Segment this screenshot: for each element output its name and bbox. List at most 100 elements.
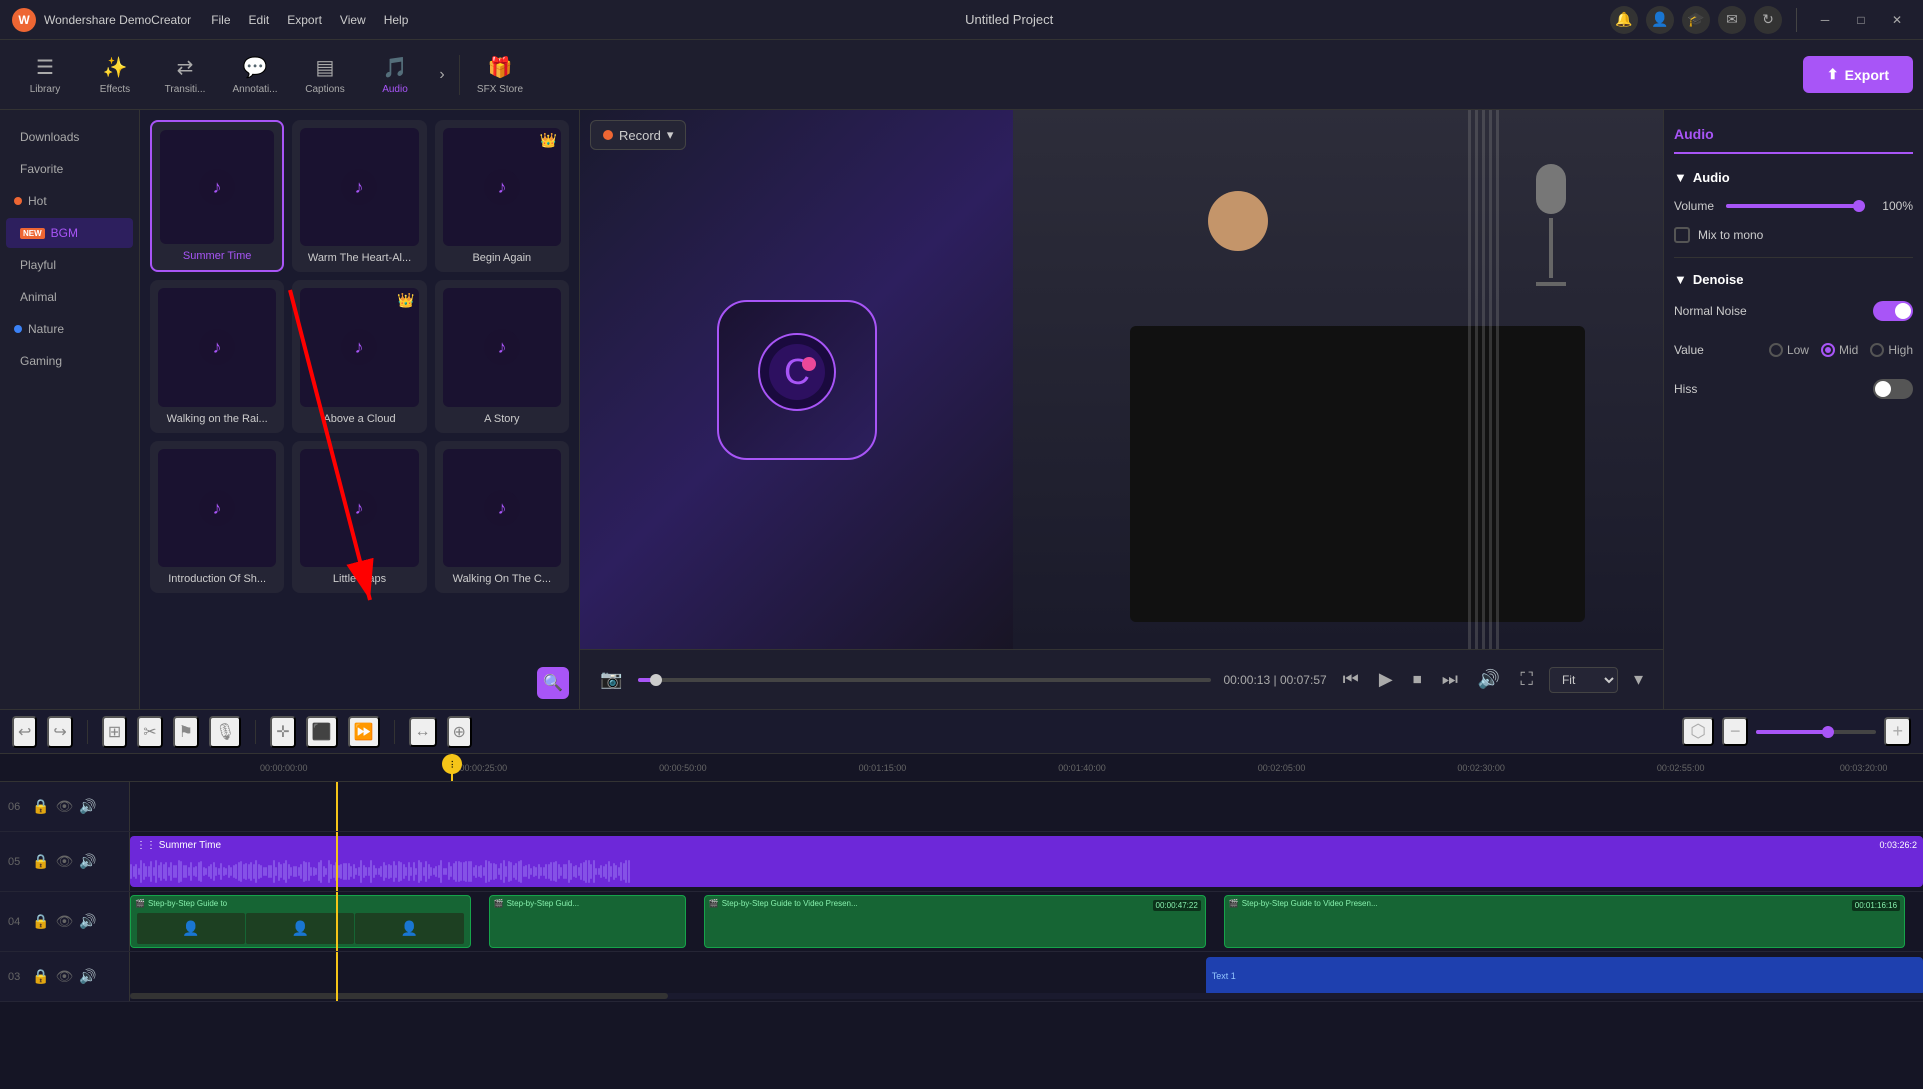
video-clip-4[interactable]: 🎬 Step-by-Step Guide to Video Presen... … — [1224, 895, 1905, 948]
radio-mid[interactable]: Mid — [1821, 343, 1858, 357]
audio-card-walking-c[interactable]: ♪ Walking On The C... — [435, 441, 569, 593]
trim-button[interactable]: ✂ — [137, 716, 162, 748]
track-06-lock-icon[interactable]: 🔒 — [32, 798, 49, 815]
track-04-lock-icon[interactable]: 🔒 — [32, 913, 49, 930]
track-04-eye-icon[interactable]: 👁 — [55, 913, 73, 930]
track-06-label: 06 🔒 👁 🔊 — [0, 782, 130, 831]
notification-icon[interactable]: 🔔 — [1610, 6, 1638, 34]
text-clip-1[interactable]: Text 1 — [1206, 957, 1923, 996]
toolbar-captions[interactable]: ▤ Captions — [290, 45, 360, 105]
fast-forward-button[interactable]: ⏭ — [1438, 665, 1462, 694]
record-timeline-button[interactable]: 🎙 — [209, 716, 241, 748]
video-clip-1[interactable]: 🎬 Step-by-Step Guide to 👤 👤 👤 — [130, 895, 471, 948]
track-04-mute-icon[interactable]: 🔊 — [79, 913, 96, 930]
speed-button[interactable]: ⏩ — [348, 716, 380, 748]
audio-card-warm-heart[interactable]: ♪ Warm The Heart-Al... — [292, 120, 426, 272]
fullscreen-button[interactable]: ⛶ — [1516, 665, 1537, 694]
audio-icon: 🎵 — [383, 55, 408, 80]
audio-card-summer-time[interactable]: ♪ Summer Time — [150, 120, 284, 272]
radio-low[interactable]: Low — [1769, 343, 1809, 357]
sidebar-item-gaming[interactable]: Gaming — [6, 346, 133, 376]
track-03-mute-icon[interactable]: 🔊 — [79, 968, 96, 985]
hiss-toggle[interactable] — [1873, 379, 1913, 399]
menu-file[interactable]: File — [211, 13, 230, 27]
toolbar-transitions[interactable]: ⇄ Transiti... — [150, 45, 220, 105]
audio-card-introduction[interactable]: ♪ Introduction Of Sh... — [150, 441, 284, 593]
track-03-num: 03 — [8, 971, 26, 983]
audio-card-a-story[interactable]: ♪ A Story — [435, 280, 569, 432]
sidebar-item-hot[interactable]: Hot — [6, 186, 133, 216]
audio-card-walking-rain[interactable]: ♪ Walking on the Rai... — [150, 280, 284, 432]
crop-button[interactable]: ⬛ — [306, 716, 338, 748]
redo-button[interactable]: ↪ — [47, 716, 72, 748]
cursor-button[interactable]: ✛ — [270, 716, 295, 748]
maximize-button[interactable]: □ — [1847, 6, 1875, 34]
preview-progress-bar[interactable] — [638, 678, 1211, 682]
sidebar-item-downloads[interactable]: Downloads — [6, 122, 133, 152]
toolbar-annotations[interactable]: 💬 Annotati... — [220, 45, 290, 105]
track-05-eye-icon[interactable]: 👁 — [55, 853, 73, 870]
ripple-button[interactable]: ↔ — [409, 717, 437, 747]
sidebar-item-playful[interactable]: Playful — [6, 250, 133, 280]
zoom-out-button[interactable]: − — [1722, 717, 1749, 746]
fit-select[interactable]: Fit 25% 50% 75% 100% — [1549, 667, 1618, 693]
track-03-eye-icon[interactable]: 👁 — [55, 968, 73, 985]
toolbar-effects[interactable]: ✨ Effects — [80, 45, 150, 105]
account-icon[interactable]: 👤 — [1646, 6, 1674, 34]
toolbar-more-icon[interactable]: › — [430, 63, 454, 87]
track-06-mute-icon[interactable]: 🔊 — [79, 798, 96, 815]
menu-export[interactable]: Export — [287, 13, 322, 27]
mix-to-mono-label: Mix to mono — [1698, 228, 1763, 242]
main-content: Downloads Favorite Hot NEW BGM Playful A… — [0, 110, 1923, 709]
minimize-button[interactable]: ─ — [1811, 6, 1839, 34]
sidebar-item-bgm[interactable]: NEW BGM — [6, 218, 133, 248]
record-button[interactable]: Record ▾ — [590, 120, 686, 150]
sidebar-item-favorite[interactable]: Favorite — [6, 154, 133, 184]
fit-chevron-button[interactable]: ▾ — [1630, 665, 1647, 694]
normal-noise-toggle[interactable] — [1873, 301, 1913, 321]
menu-help[interactable]: Help — [384, 13, 409, 27]
toolbar-sfx[interactable]: 🎁 SFX Store — [465, 45, 535, 105]
refresh-icon[interactable]: ↻ — [1754, 6, 1782, 34]
split-button[interactable]: ⊞ — [102, 716, 127, 748]
toolbar-library[interactable]: ☰ Library — [10, 45, 80, 105]
audio-card-little-maps[interactable]: ♪ Little Maps — [292, 441, 426, 593]
audio-card-begin-again[interactable]: 👑 ♪ Begin Again — [435, 120, 569, 272]
screenshot-button[interactable]: 📷 — [596, 665, 626, 694]
zoom-to-fit-button[interactable]: ⬡ — [1682, 717, 1714, 746]
radio-high[interactable]: High — [1870, 343, 1913, 357]
marker-button[interactable]: ⚑ — [173, 716, 199, 748]
mail-icon[interactable]: ✉ — [1718, 6, 1746, 34]
volume-button[interactable]: 🔊 — [1474, 665, 1504, 694]
sidebar-item-animal[interactable]: Animal — [6, 282, 133, 312]
mix-to-mono-checkbox[interactable] — [1674, 227, 1690, 243]
close-button[interactable]: ✕ — [1883, 6, 1911, 34]
audio-clip-summer-time[interactable]: ⋮⋮ Summer Time 0:03:26:2 // Generate wav… — [130, 836, 1923, 886]
video-clip-2[interactable]: 🎬 Step-by-Step Guid... — [489, 895, 686, 948]
audio-section-title[interactable]: ▼ Audio — [1674, 164, 1913, 191]
sidebar-item-nature[interactable]: Nature — [6, 314, 133, 344]
track-03-lock-icon[interactable]: 🔒 — [32, 968, 49, 985]
rewind-button[interactable]: ⏮ — [1339, 665, 1363, 694]
stop-button[interactable]: ⏹ — [1409, 665, 1426, 694]
track-06-eye-icon[interactable]: 👁 — [55, 798, 73, 815]
track-05-lock-icon[interactable]: 🔒 — [32, 853, 49, 870]
zoom-slider[interactable] — [1756, 730, 1876, 734]
menu-edit[interactable]: Edit — [249, 13, 270, 27]
denoise-section-title[interactable]: ▼ Denoise — [1674, 266, 1913, 293]
undo-button[interactable]: ↩ — [12, 716, 37, 748]
search-button[interactable]: 🔍 — [537, 667, 569, 699]
export-button[interactable]: ⬆ Export — [1803, 56, 1913, 93]
volume-slider[interactable] — [1726, 204, 1865, 208]
play-button[interactable]: ▶ — [1375, 665, 1397, 694]
audio-card-above-cloud[interactable]: 👑 ♪ Above a Cloud — [292, 280, 426, 432]
track-05-mute-icon[interactable]: 🔊 — [79, 853, 96, 870]
zoom-thumb — [1822, 726, 1834, 738]
audio-clip-duration: 0:03:26:2 — [1879, 840, 1917, 850]
track-button[interactable]: ⊕ — [447, 716, 472, 748]
education-icon[interactable]: 🎓 — [1682, 6, 1710, 34]
toolbar-audio[interactable]: 🎵 Audio — [360, 45, 430, 105]
video-clip-3[interactable]: 🎬 Step-by-Step Guide to Video Presen... … — [704, 895, 1206, 948]
menu-view[interactable]: View — [340, 13, 366, 27]
zoom-in-button[interactable]: + — [1884, 717, 1911, 746]
